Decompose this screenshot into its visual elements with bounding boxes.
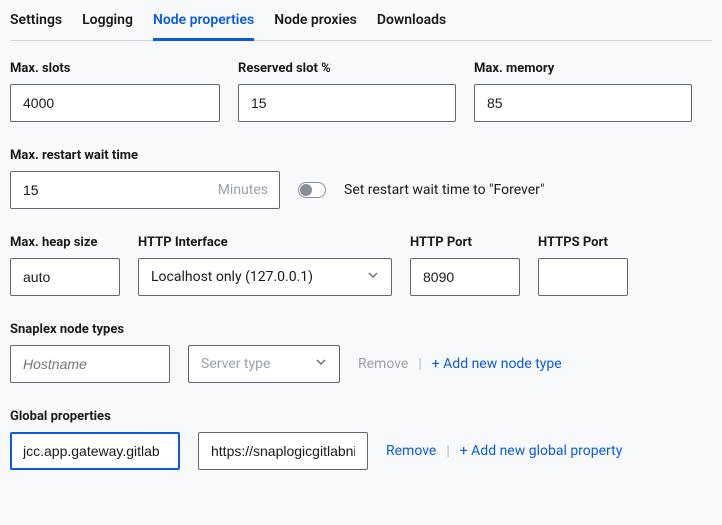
restart-forever-label: Set restart wait time to "Forever" xyxy=(344,182,545,198)
node-type-remove-link: Remove xyxy=(358,356,408,372)
node-type-hostname-input[interactable] xyxy=(10,345,170,383)
max-heap-label: Max. heap size xyxy=(10,235,120,250)
node-type-add-link[interactable]: + Add new node type xyxy=(432,356,562,372)
http-port-label: HTTP Port xyxy=(410,235,520,250)
tab-node-properties[interactable]: Node properties xyxy=(153,10,254,30)
action-separator: | xyxy=(446,443,449,459)
node-type-server-select[interactable]: Server type xyxy=(188,345,340,383)
http-interface-value: Localhost only (127.0.0.1) xyxy=(151,269,313,285)
chevron-down-icon xyxy=(315,356,327,372)
max-slots-input[interactable] xyxy=(10,84,220,122)
chevron-down-icon xyxy=(367,269,379,285)
restart-forever-toggle[interactable] xyxy=(298,182,326,198)
tab-downloads[interactable]: Downloads xyxy=(377,10,446,30)
restart-wait-label: Max. restart wait time xyxy=(10,148,712,163)
reserved-slot-input[interactable] xyxy=(238,84,456,122)
http-interface-select[interactable]: Localhost only (127.0.0.1) xyxy=(138,258,392,296)
global-props-label: Global properties xyxy=(10,409,712,424)
global-prop-remove-link[interactable]: Remove xyxy=(386,443,436,459)
http-interface-label: HTTP Interface xyxy=(138,235,392,250)
global-prop-value-input[interactable] xyxy=(198,432,368,470)
max-heap-input[interactable] xyxy=(10,258,120,296)
node-types-label: Snaplex node types xyxy=(10,322,712,337)
max-memory-label: Max. memory xyxy=(474,61,692,76)
https-port-input[interactable] xyxy=(538,258,628,296)
tab-node-proxies[interactable]: Node proxies xyxy=(274,10,357,30)
restart-wait-input[interactable] xyxy=(10,171,280,209)
global-prop-add-link[interactable]: + Add new global property xyxy=(460,443,623,459)
http-port-input[interactable] xyxy=(410,258,520,296)
https-port-label: HTTPS Port xyxy=(538,235,628,250)
node-type-server-placeholder: Server type xyxy=(201,356,270,372)
action-separator: | xyxy=(418,356,421,372)
tab-settings[interactable]: Settings xyxy=(10,10,62,30)
reserved-slot-label: Reserved slot % xyxy=(238,61,456,76)
max-memory-input[interactable] xyxy=(474,84,692,122)
global-prop-key-input[interactable] xyxy=(10,432,180,470)
tab-logging[interactable]: Logging xyxy=(82,10,133,30)
max-slots-label: Max. slots xyxy=(10,61,220,76)
tabs: Settings Logging Node properties Node pr… xyxy=(10,10,712,41)
